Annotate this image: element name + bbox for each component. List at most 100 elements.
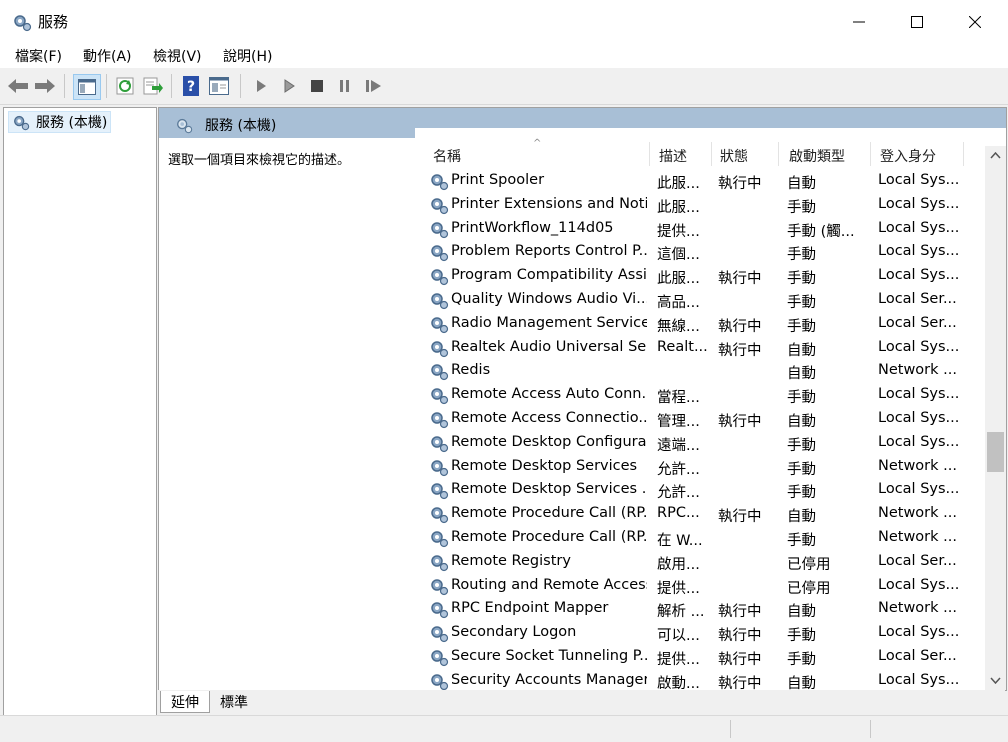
service-name: Radio Management Service <box>451 314 647 331</box>
service-status: 執行中 <box>718 604 762 621</box>
menu-help[interactable]: 說明(H) <box>223 46 272 66</box>
pause-service-button[interactable] <box>334 76 356 96</box>
service-row[interactable]: Secondary Logon 可以... 執行中 手動 Local Sys... <box>429 621 985 645</box>
status-bar <box>0 715 1008 742</box>
column-header-startup-type[interactable]: 啟動類型 <box>789 146 845 166</box>
properties-button[interactable] <box>208 76 230 96</box>
services-gear-icon <box>14 15 32 32</box>
services-gear-icon <box>14 115 30 131</box>
scrollbar-thumb[interactable] <box>987 432 1004 472</box>
column-header-description[interactable]: 描述 <box>659 146 687 166</box>
tab-extended[interactable]: 延伸 <box>160 691 210 713</box>
pane-header-title: 服務 (本機) <box>205 118 277 134</box>
service-description: Realt... <box>657 338 708 355</box>
service-log-on-as: Local Sys... <box>878 172 960 188</box>
service-description: 這個... <box>657 247 700 264</box>
service-row[interactable]: Remote Procedure Call (RP... 在 W... 手動 Netw… <box>429 526 985 550</box>
service-description: 允許... <box>657 461 700 478</box>
service-row[interactable]: Remote Procedure Call (RP... RPC... 執行中 自動 N… <box>429 502 985 526</box>
service-gear-icon <box>431 626 449 643</box>
stop-service-button[interactable] <box>306 76 328 96</box>
service-row[interactable]: Redis 自動 Network ... <box>429 359 985 383</box>
menu-bar: 檔案(F) 動作(A) 檢視(V) 說明(H) <box>0 44 1008 68</box>
service-row[interactable]: Remote Desktop Services 允許... 手動 Network ..… <box>429 455 985 479</box>
service-row[interactable]: Secure Socket Tunneling P... 提供... 執行中 手動 Lo… <box>429 645 985 669</box>
service-status: 執行中 <box>718 414 762 430</box>
services-list: ^ 名稱 描述 狀態 啟動類型 登入身分 Print Spooler 此服... 執… <box>415 128 1006 690</box>
service-row[interactable]: Remote Access Auto Conn... 當程... 手動 Local S… <box>429 383 985 407</box>
sort-ascending-icon: ^ <box>533 138 542 149</box>
service-name: Remote Desktop Services ... <box>451 481 647 498</box>
service-row[interactable]: PrintWorkflow_114d05 提供... 手動 (觸... Local S… <box>429 217 985 241</box>
menu-view[interactable]: 檢視(V) <box>153 46 202 66</box>
tab-standard[interactable]: 標準 <box>210 691 258 712</box>
service-startup-type: 自動 <box>787 414 816 430</box>
start-service-alt-button[interactable] <box>278 76 300 96</box>
service-row[interactable]: Routing and Remote Access 提供... 已停用 Local S… <box>429 574 985 598</box>
column-header-log-on-as[interactable]: 登入身分 <box>880 146 936 166</box>
service-log-on-as: Local Sys... <box>878 481 960 498</box>
service-name: Secure Socket Tunneling P... <box>451 648 647 664</box>
chevron-down-icon[interactable] <box>990 677 1001 684</box>
service-startup-type: 手動 <box>787 247 816 264</box>
maximize-button[interactable] <box>888 0 946 44</box>
service-name: Quality Windows Audio Vi... <box>451 291 647 307</box>
service-gear-icon <box>431 555 449 571</box>
menu-file[interactable]: 檔案(F) <box>15 46 62 66</box>
service-description: 提供... <box>657 652 700 668</box>
description-area: 選取一個項目來檢視它的描述。 <box>159 138 415 690</box>
service-log-on-as: Local Sys... <box>878 576 960 593</box>
services-pane: 服務 (本機) 選取一個項目來檢視它的描述。 ^ 名稱 描述 狀態 啟動類型 登… <box>158 107 1007 691</box>
service-status: 執行中 <box>718 509 762 526</box>
service-row[interactable]: Remote Access Connectio... 管理... 執行中 自動 Loca… <box>429 407 985 431</box>
vertical-scrollbar[interactable] <box>985 146 1006 690</box>
service-startup-type: 手動 (觸... <box>787 223 855 240</box>
help-button[interactable]: ? <box>180 76 202 96</box>
column-header-name[interactable]: 名稱 <box>433 146 461 166</box>
minimize-button[interactable] <box>830 0 888 44</box>
service-row[interactable]: Security Accounts Manager 啟動... 執行中 自動 Local… <box>429 669 985 690</box>
service-description: 遠端... <box>657 437 700 454</box>
service-gear-icon <box>431 245 449 262</box>
service-name: Remote Registry <box>451 552 571 569</box>
service-name: Remote Desktop Configura... <box>451 433 647 450</box>
service-gear-icon <box>431 340 449 357</box>
close-button[interactable] <box>946 0 1004 44</box>
service-row[interactable]: Remote Desktop Services ... 允許... 手動 Local … <box>429 478 985 502</box>
service-row[interactable]: RPC Endpoint Mapper 解析 ... 執行中 自動 Network ..… <box>429 597 985 621</box>
properties-icon <box>209 77 229 95</box>
forward-button[interactable] <box>34 76 56 96</box>
restart-service-button[interactable] <box>363 76 385 96</box>
service-log-on-as: Local Sys... <box>878 243 960 260</box>
service-startup-type: 手動 <box>787 652 816 668</box>
service-description: 提供... <box>657 223 700 240</box>
back-button[interactable] <box>7 76 29 96</box>
service-gear-icon <box>431 198 449 214</box>
service-row[interactable]: Printer Extensions and Noti... 此服... 手動 Loc… <box>429 193 985 217</box>
service-gear-icon <box>431 650 449 667</box>
service-row[interactable]: Quality Windows Audio Vi... 高品... 手動 Local … <box>429 288 985 312</box>
service-log-on-as: Local Sys... <box>878 219 960 236</box>
refresh-button[interactable] <box>114 76 136 96</box>
services-gear-icon <box>177 118 193 134</box>
show-hide-console-tree-button[interactable] <box>73 74 101 100</box>
service-row[interactable]: Problem Reports Control P... 這個... 手動 Local… <box>429 240 985 264</box>
service-description: 允許... <box>657 485 700 502</box>
service-startup-type: 手動 <box>787 485 816 502</box>
start-service-button[interactable] <box>250 76 272 96</box>
export-list-icon <box>143 77 163 95</box>
service-row[interactable]: Program Compatibility Assi... 此服... 執行中 手動 L… <box>429 264 985 288</box>
service-row[interactable]: Radio Management Service 無線... 執行中 手動 Local … <box>429 312 985 336</box>
chevron-up-icon[interactable] <box>990 152 1001 159</box>
column-header-status[interactable]: 狀態 <box>720 146 748 166</box>
service-description: 高品... <box>657 295 700 311</box>
menu-action[interactable]: 動作(A) <box>83 46 132 66</box>
service-row[interactable]: Remote Registry 啟用... 已停用 Local Ser... <box>429 550 985 574</box>
service-gear-icon <box>431 459 449 476</box>
service-row[interactable]: Print Spooler 此服... 執行中 自動 Local Sys... <box>429 169 985 193</box>
tree-item-services-local[interactable]: 服務 (本機) <box>8 111 112 133</box>
service-row[interactable]: Realtek Audio Universal Se... Realt... 執行中… <box>429 336 985 360</box>
service-row[interactable]: Remote Desktop Configura... 遠端... 手動 Local … <box>429 431 985 455</box>
export-list-button[interactable] <box>142 76 164 96</box>
pause-icon <box>340 80 349 92</box>
